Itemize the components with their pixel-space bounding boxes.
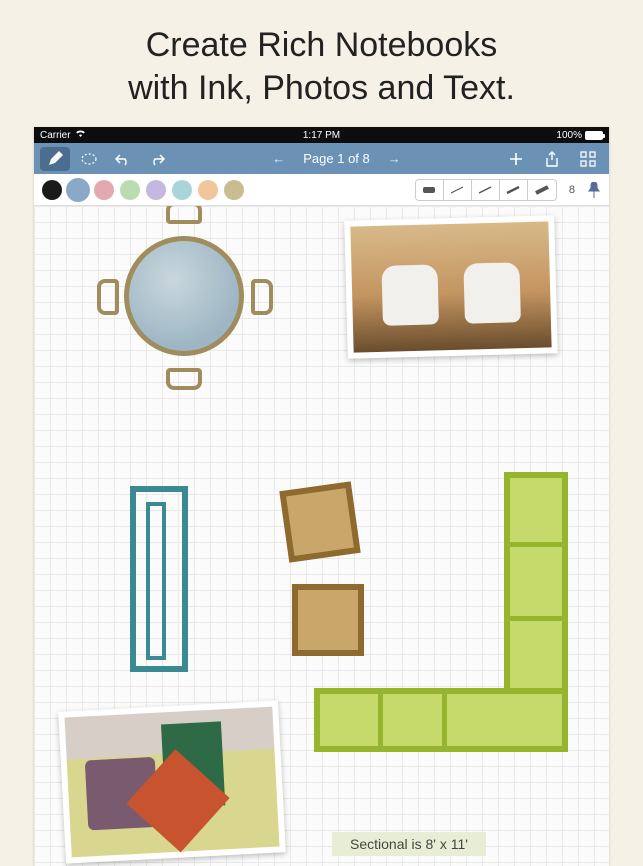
pen-thin-1[interactable] bbox=[444, 180, 472, 200]
color-swatch-orange[interactable] bbox=[198, 180, 218, 200]
photo-couch-image bbox=[64, 707, 279, 858]
color-swatch-black[interactable] bbox=[42, 180, 62, 200]
promo-line1: Create Rich Notebooks bbox=[146, 26, 498, 64]
eraser-button[interactable] bbox=[416, 180, 444, 200]
sectional-horizontal bbox=[314, 688, 568, 752]
pen-tool-button[interactable] bbox=[40, 147, 70, 171]
color-swatch-pink[interactable] bbox=[94, 180, 114, 200]
sectional-divider bbox=[510, 616, 562, 621]
color-swatch-green[interactable] bbox=[120, 180, 140, 200]
wifi-icon bbox=[75, 129, 86, 141]
color-swatch-blue[interactable] bbox=[68, 180, 88, 200]
ottoman-drawing-1[interactable] bbox=[279, 481, 360, 562]
pen-medium[interactable] bbox=[500, 180, 528, 200]
palette-bar: 8 bbox=[34, 174, 609, 206]
chair-bottom-drawing bbox=[166, 368, 202, 390]
battery-icon bbox=[585, 131, 603, 140]
palette-page-number: 8 bbox=[569, 184, 575, 196]
canvas-text-note[interactable]: Sectional is 8' x 11' bbox=[332, 832, 486, 856]
undo-button[interactable] bbox=[108, 147, 138, 171]
color-swatch-teal[interactable] bbox=[172, 180, 192, 200]
table-drawing[interactable] bbox=[124, 236, 244, 356]
chair-top-drawing bbox=[166, 206, 202, 224]
pen-size-group bbox=[415, 179, 557, 201]
prev-page-button[interactable]: ← bbox=[272, 151, 285, 166]
pin-icon[interactable] bbox=[587, 182, 601, 198]
chair-left-drawing bbox=[97, 279, 119, 315]
color-swatch-tan[interactable] bbox=[224, 180, 244, 200]
lasso-tool-button[interactable] bbox=[74, 147, 104, 171]
pen-thin-2[interactable] bbox=[472, 180, 500, 200]
battery-percent: 100% bbox=[556, 130, 582, 141]
promo-line2: with Ink, Photos and Text. bbox=[128, 69, 515, 107]
carrier-label: Carrier bbox=[40, 130, 71, 141]
page-indicator: Page 1 of 8 bbox=[303, 151, 370, 166]
pen-thick[interactable] bbox=[528, 180, 556, 200]
status-bar: Carrier 1:17 PM 100% bbox=[34, 127, 609, 143]
chair-right-drawing bbox=[251, 279, 273, 315]
app-toolbar: ← Page 1 of 8 → bbox=[34, 143, 609, 174]
tablet-frame: Carrier 1:17 PM 100% ← Page 1 of 8 → bbox=[34, 127, 609, 866]
photo-bar-stools[interactable] bbox=[344, 215, 558, 358]
grid-view-button[interactable] bbox=[573, 147, 603, 171]
add-button[interactable] bbox=[501, 147, 531, 171]
photo-couch[interactable] bbox=[58, 700, 286, 863]
redo-button[interactable] bbox=[142, 147, 172, 171]
cabinet-drawing[interactable] bbox=[130, 486, 188, 672]
table-circle-drawing bbox=[124, 236, 244, 356]
drawing-canvas[interactable]: Sectional is 8' x 11' bbox=[34, 206, 609, 866]
photo-bar-stools-image bbox=[350, 221, 551, 352]
sectional-divider bbox=[378, 694, 383, 746]
sectional-divider bbox=[510, 542, 562, 547]
share-button[interactable] bbox=[537, 147, 567, 171]
ottoman-drawing-2[interactable] bbox=[292, 584, 364, 656]
next-page-button[interactable]: → bbox=[388, 151, 401, 166]
promo-headline: Create Rich Notebooks with Ink, Photos a… bbox=[0, 0, 643, 127]
color-swatch-purple[interactable] bbox=[146, 180, 166, 200]
sectional-divider bbox=[442, 694, 447, 746]
clock: 1:17 PM bbox=[303, 130, 340, 141]
